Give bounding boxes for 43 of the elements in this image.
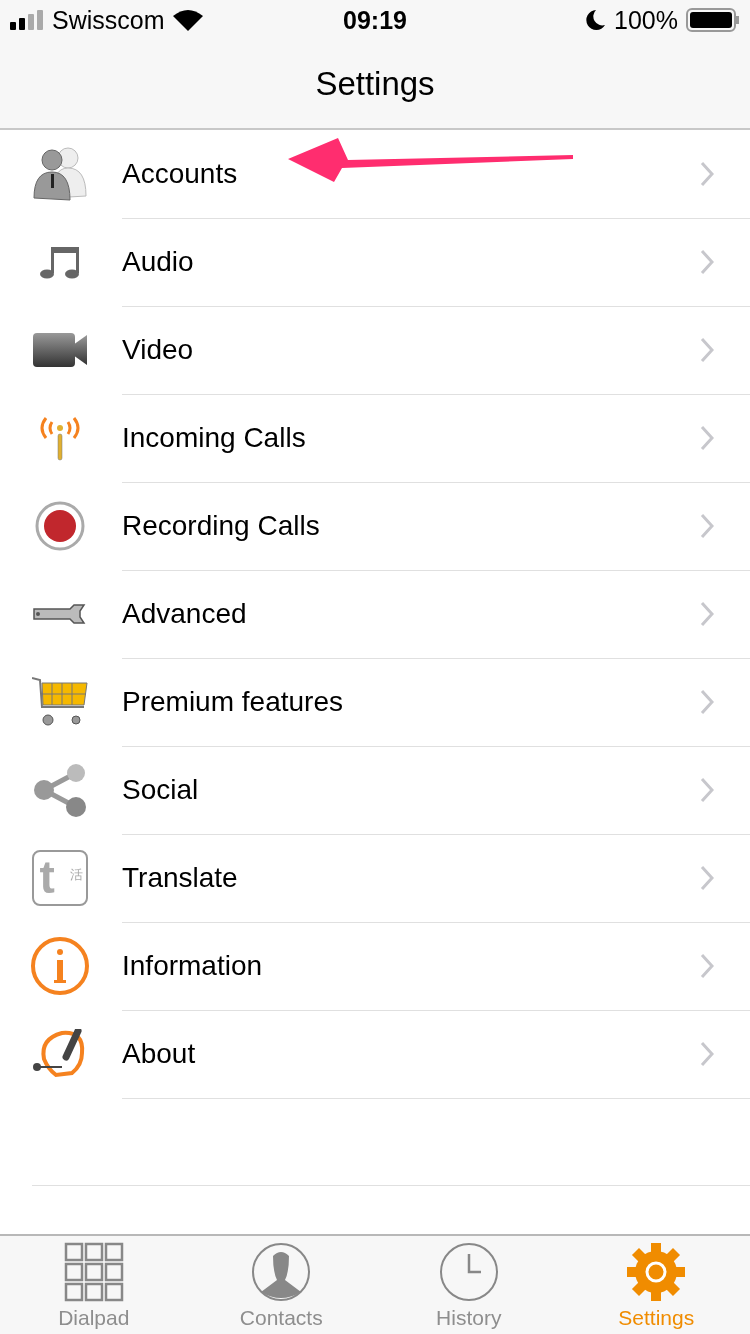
clock-time: 09:19 [343,5,407,35]
person-icon [251,1242,312,1302]
keypad-icon [63,1242,124,1302]
record-icon [34,501,85,551]
page-title: Settings [315,65,435,103]
settings-item[interactable]: Audio [122,245,700,278]
info-icon [29,936,90,996]
moon-icon [586,9,607,31]
settings-item[interactable]: About [122,1037,700,1070]
chevron-icon [700,512,714,539]
chevron-icon [700,1040,714,1067]
music-note-icon [38,245,81,279]
settings-item[interactable]: Translate [122,861,700,894]
signal-icon [10,10,44,30]
carrier-name: Swisscom [52,5,165,35]
chevron-icon [700,864,714,891]
chevron-icon [700,160,714,187]
chevron-icon [700,424,714,451]
chevron-icon [700,688,714,715]
settings-item[interactable]: Premium features [122,685,700,718]
settings-item[interactable]: Video [122,333,700,366]
gear-icon [626,1242,687,1302]
chevron-icon [700,336,714,363]
settings-item[interactable]: Social [122,773,700,806]
battery-percent: 100% [614,5,678,35]
people-icon [31,146,88,202]
settings-item[interactable]: Accounts [122,157,700,190]
settings-item[interactable]: Advanced [122,597,700,630]
clock-icon [438,1242,499,1302]
settings-item[interactable]: Incoming Calls [122,421,700,454]
chevron-icon [700,248,714,275]
wifi-icon [172,9,203,31]
battery-icon [686,8,740,32]
settings-item[interactable]: Recording Calls [122,509,700,542]
settings-item[interactable]: Information [122,949,700,982]
chevron-icon [700,600,714,627]
chevron-icon [700,952,714,979]
video-camera-icon [32,333,87,367]
wrench-icon [31,603,88,625]
shopping-cart-icon [31,677,88,727]
chevron-icon [700,776,714,803]
translate-icon: t 活 [31,850,88,906]
share-icon [31,763,88,817]
